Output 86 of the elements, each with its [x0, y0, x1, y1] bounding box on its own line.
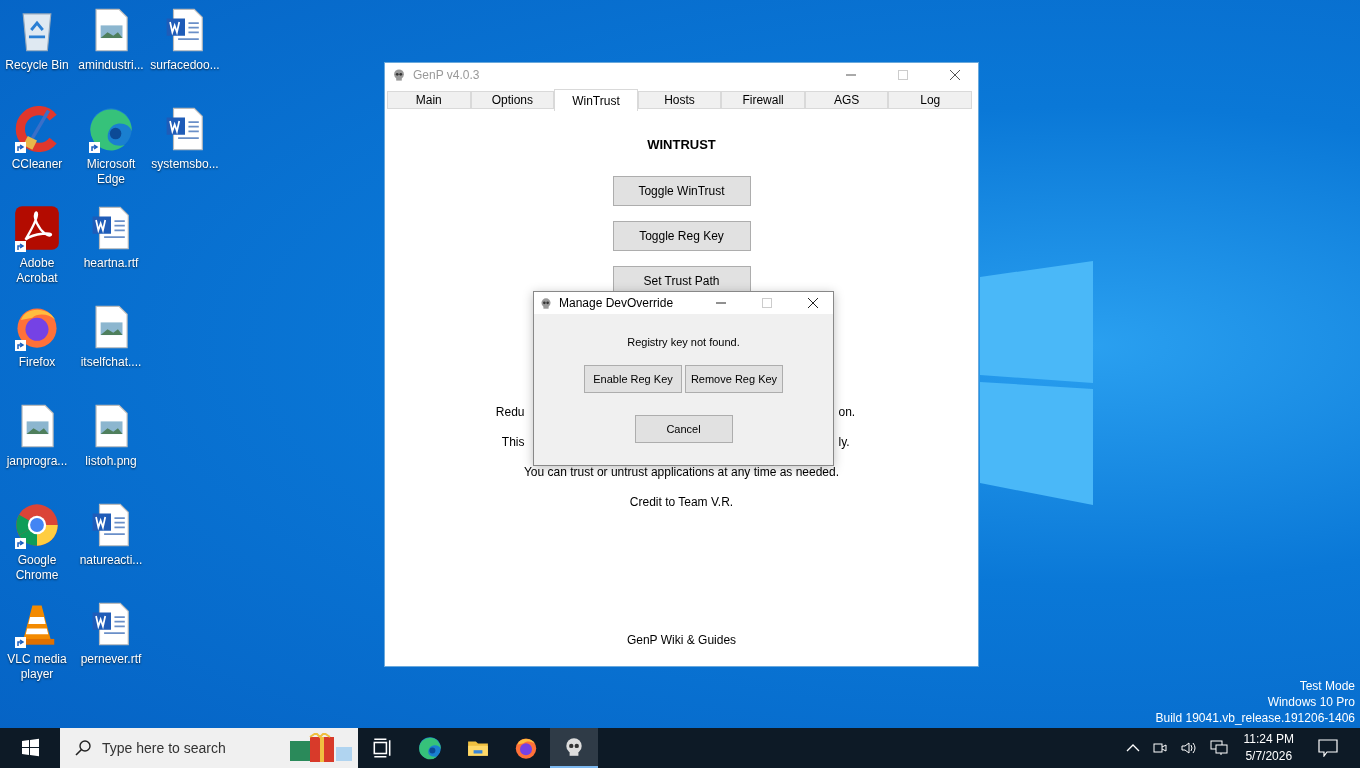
skull-icon: [539, 296, 553, 310]
wiki-link[interactable]: GenP Wiki & Guides: [626, 633, 737, 647]
section-heading: WINTRUST: [647, 137, 716, 152]
desktop-icon-label: surfacedoo...: [149, 58, 221, 73]
dialog-button[interactable]: Remove Reg Key: [685, 365, 783, 393]
action-button[interactable]: Toggle Reg Key: [612, 221, 751, 251]
system-watermark-text: Build 19041.vb_release.191206-1406: [1155, 710, 1355, 726]
dialog-message: Registry key not found.: [627, 336, 740, 348]
volume-icon[interactable]: [1179, 740, 1198, 756]
edge-icon: [418, 736, 442, 760]
desktop-icon-label: natureacti...: [78, 553, 144, 568]
desktop-icon-label: Recycle Bin: [4, 58, 70, 73]
description-text: Credit to Team V.R.: [629, 494, 734, 510]
desktop-icon-label: listoh.png: [84, 454, 138, 469]
shortcut-arrow-icon: [89, 142, 100, 153]
desktop-shortcut[interactable]: heartna.rtf: [74, 202, 148, 301]
tab[interactable]: Options: [470, 91, 555, 109]
desktop-shortcut[interactable]: CCleaner: [0, 103, 74, 202]
desktop-icon-label: Microsoft Edge: [85, 157, 137, 187]
desktop-icon-label: systemsbo...: [150, 157, 220, 172]
dialog-button[interactable]: Enable Reg Key: [584, 365, 682, 393]
desktop-shortcut[interactable]: systemsbo...: [148, 103, 222, 202]
desktop-shortcut[interactable]: Google Chrome: [0, 499, 74, 598]
firefox-icon: [514, 736, 538, 760]
desktop-shortcut[interactable]: janprogra...: [0, 400, 74, 499]
desktop-icon-label: pernever.rtf: [79, 652, 143, 667]
chrome-icon: [14, 502, 60, 548]
search-field[interactable]: Type here to search: [60, 728, 358, 768]
clock-time: 11:24 PM: [1243, 731, 1294, 748]
desktop-shortcut[interactable]: VLC media player: [0, 598, 74, 697]
description-text: ly.: [838, 434, 850, 450]
desktop-icon-label: CCleaner: [10, 157, 64, 172]
desktop-icon-label: Google Chrome: [14, 553, 60, 583]
tab[interactable]: Log: [888, 91, 973, 109]
desktop-shortcut[interactable]: Adobe Acrobat: [0, 202, 74, 301]
desktop-icon-label: Adobe Acrobat: [15, 256, 59, 286]
desktop-shortcut[interactable]: pernever.rtf: [74, 598, 148, 697]
action-button[interactable]: Toggle WinTrust: [612, 176, 751, 206]
cancel-button[interactable]: Cancel: [634, 415, 733, 443]
notification-icon[interactable]: [1318, 739, 1338, 757]
desktop-icon-label: Firefox: [17, 355, 57, 370]
window-title: GenP v4.0.3: [413, 68, 480, 82]
desktop-shortcut[interactable]: Recycle Bin: [0, 4, 74, 103]
camera-icon[interactable]: [1151, 740, 1168, 756]
desktop-shortcut[interactable]: Microsoft Edge: [74, 103, 148, 202]
network-icon[interactable]: [1209, 740, 1228, 756]
desktop-shortcut[interactable]: itselfchat....: [74, 301, 148, 400]
desktop-icon-label: VLC media player: [6, 652, 68, 682]
search-icon: [74, 739, 92, 757]
tab[interactable]: WinTrust: [554, 89, 638, 111]
description-text: This: [501, 434, 525, 450]
desktop-icon-label: itselfchat....: [79, 355, 143, 370]
tab[interactable]: Firewall: [721, 91, 805, 109]
clock-date: 5/7/2026: [1245, 748, 1293, 765]
chevron-up-icon[interactable]: [1125, 743, 1140, 753]
description-text: Redu: [495, 404, 525, 420]
desktop-icon-label: janprogra...: [5, 454, 69, 469]
desktop-shortcut[interactable]: Firefox: [0, 301, 74, 400]
desktop-shortcut[interactable]: amindustri...: [74, 4, 148, 103]
shortcut-arrow-icon: [15, 142, 26, 153]
desktop-shortcut[interactable]: listoh.png: [74, 400, 148, 499]
description-text: You can trust or untrust applications at any time as needed.: [523, 464, 840, 480]
desktop-icon-label: amindustri...: [77, 58, 145, 73]
tab[interactable]: AGS: [804, 91, 889, 109]
edge-icon: [88, 106, 134, 152]
desktop-icon-label: heartna.rtf: [82, 256, 140, 271]
taskbar-app[interactable]: [550, 728, 598, 768]
pdf-app-icon: [14, 205, 60, 251]
system-watermark-text: Test Mode: [1299, 678, 1355, 694]
shortcut-arrow-icon: [15, 340, 26, 351]
skull-icon[interactable]: [563, 736, 585, 758]
tab[interactable]: Main: [387, 91, 471, 109]
shortcut-arrow-icon: [15, 241, 26, 252]
desktop-shortcut[interactable]: natureacti...: [74, 499, 148, 598]
tab[interactable]: Hosts: [637, 91, 722, 109]
description-text: on.: [838, 404, 856, 420]
skull-icon: [391, 68, 407, 82]
ccleaner-icon: [14, 106, 60, 152]
clock[interactable]: 11:24 PM 5/7/2026: [1243, 731, 1294, 765]
task-view-icon[interactable]: [371, 737, 393, 759]
gift-boxes-icon: [288, 733, 354, 763]
shortcut-arrow-icon: [15, 538, 26, 549]
dialog-title: Manage DevOverride: [559, 296, 674, 310]
desktop-shortcut[interactable]: surfacedoo...: [148, 4, 222, 103]
shortcut-arrow-icon: [15, 637, 26, 648]
system-watermark-text: Windows 10 Pro: [1267, 694, 1355, 710]
